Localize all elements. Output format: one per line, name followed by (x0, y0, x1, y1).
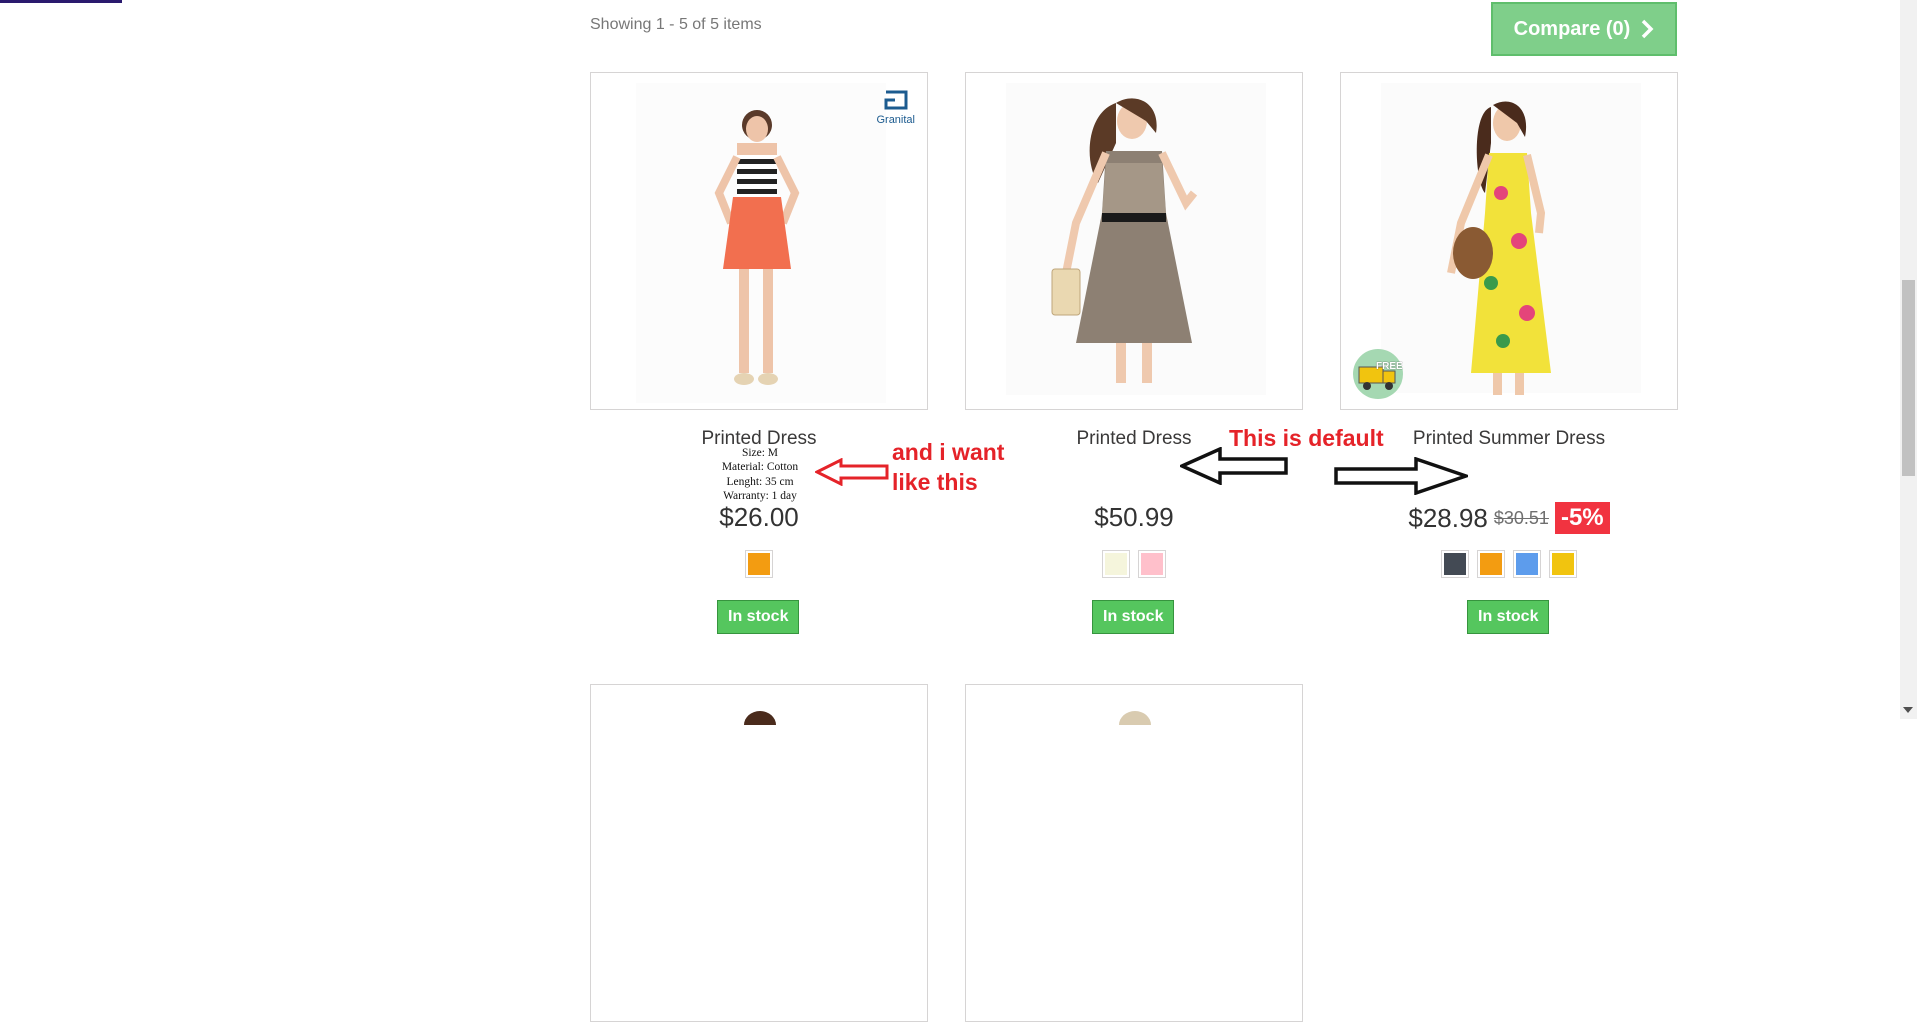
price-row: $28.98 $30.51 -5% (1340, 502, 1678, 534)
color-swatch[interactable] (1138, 550, 1166, 578)
annotation-line: and i want (892, 439, 1005, 465)
color-swatch[interactable] (1477, 550, 1505, 578)
compare-label: Compare (0) (1513, 17, 1631, 40)
stock-status-badge: In stock (1092, 600, 1175, 634)
chevron-right-icon (1642, 19, 1654, 39)
scroll-down-arrow[interactable] (1903, 707, 1913, 713)
product-image-card[interactable] (965, 684, 1303, 1022)
annotation-arrow-red (815, 458, 889, 486)
top-accent-bar (0, 0, 122, 3)
product-name[interactable]: Printed Summer Dress (1340, 428, 1678, 450)
stock-status-badge: In stock (717, 600, 800, 634)
annotation-line: like this (892, 469, 978, 495)
annotation-arrow-left (1180, 447, 1288, 485)
truck-icon (1358, 366, 1396, 390)
product-price: $26.00 (719, 502, 799, 532)
spec-length: Lenght: 35 cm (726, 475, 794, 488)
product-photo (1119, 711, 1151, 739)
color-swatch[interactable] (1513, 550, 1541, 578)
color-swatch[interactable] (1549, 550, 1577, 578)
color-swatches (965, 550, 1303, 578)
brand-logo-text: Granital (876, 114, 915, 126)
annotation-want-text: and i want like this (892, 439, 1004, 496)
product-photo (1006, 83, 1266, 395)
annotation-arrow-right (1334, 457, 1468, 495)
spec-size: Size: M (741, 447, 779, 459)
spec-material: Material: Cotton (721, 461, 799, 474)
free-shipping-badge: FREE (1353, 349, 1403, 399)
product-image-card[interactable] (965, 72, 1303, 410)
color-swatches (590, 550, 928, 578)
product-specs: Size: M Material: Cotton Lenght: 35 cm W… (690, 446, 830, 503)
discount-badge: -5% (1554, 502, 1610, 534)
price-row: $26.00 (590, 502, 928, 533)
color-swatch[interactable] (1102, 550, 1130, 578)
scrollbar-thumb[interactable] (1902, 280, 1915, 476)
old-price: $30.51 (1493, 507, 1549, 528)
product-price: $28.98 (1408, 502, 1488, 533)
product-image-card[interactable] (590, 684, 928, 1022)
product-photo (744, 711, 776, 739)
product-image-card[interactable]: FREE (1340, 72, 1678, 410)
color-swatches (1340, 550, 1678, 578)
color-swatch[interactable] (745, 550, 773, 578)
color-swatch[interactable] (1441, 550, 1469, 578)
scrollbar-track[interactable] (1900, 0, 1917, 719)
compare-button[interactable]: Compare (0) (1491, 2, 1677, 56)
free-label: FREE (1376, 361, 1403, 372)
brand-logo-badge: Granital (876, 89, 915, 126)
showing-count: Showing 1 - 5 of 5 items (590, 16, 762, 33)
product-price: $50.99 (1094, 502, 1174, 532)
stock-status-badge: In stock (1467, 600, 1550, 634)
brand-logo-icon (884, 90, 908, 110)
product-image-card[interactable]: Granital (590, 72, 928, 410)
price-row: $50.99 (965, 502, 1303, 533)
